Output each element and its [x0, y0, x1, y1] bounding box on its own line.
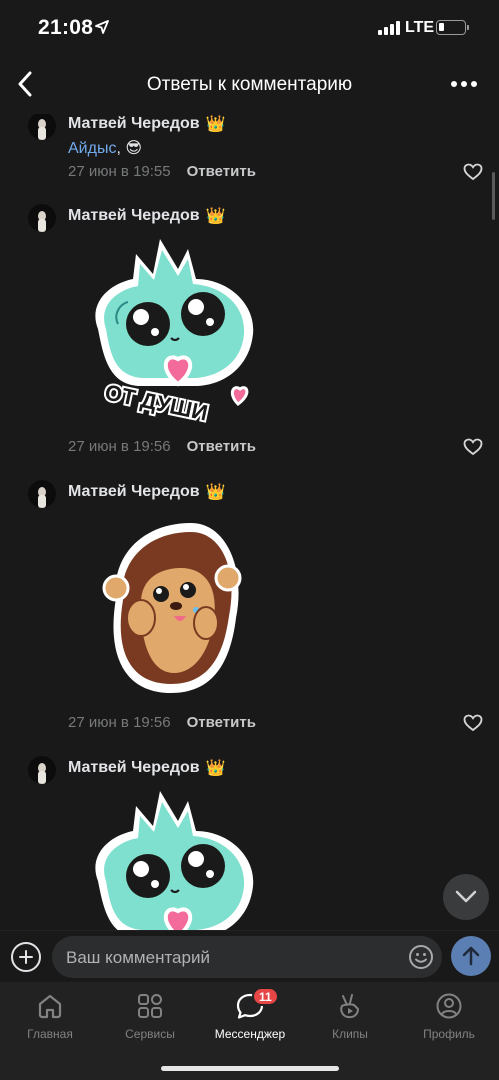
smile-icon[interactable]: [408, 944, 434, 970]
tab-label: Мессенджер: [214, 1027, 286, 1041]
comment-author[interactable]: Матвей Чередов 👑: [68, 206, 226, 226]
heart-icon[interactable]: [463, 163, 483, 181]
dot-icon: [471, 81, 477, 87]
network-type: LTE: [405, 19, 435, 36]
scrollbar[interactable]: [492, 172, 495, 220]
location-arrow-icon: [95, 20, 109, 34]
tab-label: Клипы: [332, 1027, 368, 1041]
status-bar: 21:08 LTE: [0, 0, 499, 56]
page-title: Ответы к комментарию: [146, 74, 353, 95]
reply-button[interactable]: Ответить: [187, 438, 256, 455]
add-attachment-button[interactable]: [11, 942, 41, 972]
services-grid-icon: [138, 994, 162, 1018]
avatar[interactable]: [28, 756, 56, 784]
arrow-up-icon: [462, 946, 480, 966]
comment-time: 27 июн в 19:56: [68, 714, 171, 731]
sticker-caption: ОТ ДУШИ: [103, 379, 210, 424]
tab-services[interactable]: Сервисы: [110, 990, 190, 1041]
reply-button[interactable]: Ответить: [187, 714, 256, 731]
send-button[interactable]: [451, 936, 491, 976]
tab-home[interactable]: Главная: [10, 990, 90, 1041]
comment-author[interactable]: Матвей Чередов 👑: [68, 758, 226, 778]
avatar[interactable]: [28, 204, 56, 232]
comment-composer: Ваш комментарий: [0, 930, 499, 982]
comment-meta: 27 июн в 19:56 Ответить: [68, 714, 256, 731]
avatar[interactable]: [28, 114, 56, 140]
home-indicator: [161, 1066, 339, 1071]
mention-link[interactable]: Айдыс: [68, 140, 116, 157]
crown-icon: 👑: [205, 208, 226, 225]
comment-item: Матвей Чередов 👑 Айдыс, 😎 27 июн в 19:55…: [0, 114, 499, 194]
tab-label: Профиль: [423, 1027, 475, 1041]
crown-icon: 👑: [205, 116, 226, 133]
signal-icon: [378, 21, 400, 35]
comment-input-placeholder: Ваш комментарий: [66, 948, 210, 967]
battery-tip: [467, 25, 469, 30]
tab-messenger[interactable]: 11 Мессенджер: [210, 987, 290, 1041]
comment-item: Матвей Чередов 👑: [0, 756, 499, 930]
comment-input[interactable]: Ваш комментарий: [52, 936, 442, 978]
comment-meta: 27 июн в 19:55 Ответить: [68, 163, 256, 180]
home-icon: [38, 994, 62, 1019]
plus-icon: [19, 950, 33, 964]
comment-feed[interactable]: Матвей Чередов 👑 Айдыс, 😎 27 июн в 19:55…: [0, 114, 499, 930]
comment-item: Матвей Чередов 👑 ОТ ДУШИ 27 июн в 19:56 …: [0, 204, 499, 464]
crown-icon: 👑: [205, 760, 226, 777]
hedgehog-sticker[interactable]: [96, 508, 246, 708]
heart-icon[interactable]: [463, 438, 483, 456]
crown-icon: 👑: [205, 484, 226, 501]
heart-icon[interactable]: [463, 714, 483, 732]
comment-time: 27 июн в 19:56: [68, 438, 171, 455]
battery-icon: [436, 20, 466, 35]
reply-button[interactable]: Ответить: [187, 163, 256, 180]
more-options-button[interactable]: [448, 76, 480, 92]
comment-author[interactable]: Матвей Чередов 👑: [68, 482, 226, 502]
chevron-down-icon: [455, 890, 477, 903]
comment-author[interactable]: Матвей Чередов 👑: [68, 114, 226, 134]
clips-icon: [340, 994, 359, 1019]
tab-label: Главная: [27, 1027, 73, 1041]
comment-meta: 27 июн в 19:56 Ответить: [68, 438, 256, 455]
dot-icon: [461, 81, 467, 87]
comment-item: Матвей Чередов 👑 27 июн в 19:56 Ответить: [0, 480, 499, 740]
avatar[interactable]: [28, 480, 56, 508]
comment-time: 27 июн в 19:55: [68, 163, 171, 180]
fluffy-creature-heart-sticker[interactable]: ОТ ДУШИ: [78, 234, 262, 424]
profile-icon: [436, 993, 462, 1019]
dot-icon: [451, 81, 457, 87]
status-time: 21:08: [38, 16, 94, 39]
tab-profile[interactable]: Профиль: [409, 990, 489, 1041]
comment-text: Айдыс, 😎: [68, 140, 143, 157]
tab-clips[interactable]: Клипы: [310, 990, 390, 1041]
fluffy-creature-heart-sticker[interactable]: [78, 786, 262, 930]
scroll-down-button[interactable]: [443, 874, 489, 920]
tab-label: Сервисы: [125, 1027, 175, 1041]
header: Ответы к комментарию: [0, 56, 499, 114]
unread-badge: 11: [252, 987, 279, 1006]
